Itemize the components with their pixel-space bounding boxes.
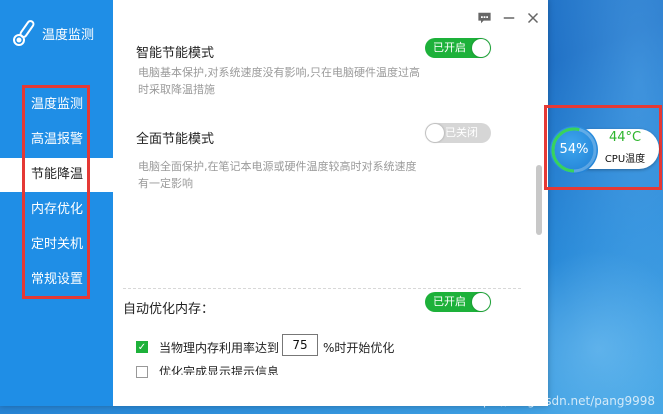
app-title-text: 温度监测	[42, 27, 95, 43]
memory-threshold-checkbox[interactable]: ✓	[136, 341, 148, 353]
desc-line: 时采取降温措施	[138, 83, 215, 96]
close-icon[interactable]	[525, 10, 541, 26]
toggle-knob	[472, 293, 490, 311]
show-tip-checkbox[interactable]	[136, 366, 148, 378]
smart-mode-title: 智能节能模式	[136, 46, 215, 61]
toggle-label: 已开启	[433, 41, 466, 54]
scrollbar-thumb[interactable]	[536, 165, 542, 235]
usage-percent: 54%	[559, 142, 589, 157]
smart-mode-description: 电脑基本保护,对系统速度没有影响,只在电脑硬件温度过高 时采取降温措施	[138, 64, 420, 98]
memory-threshold-input[interactable]: 75	[282, 334, 318, 356]
memory-threshold-prefix: 当物理内存利用率达到	[159, 341, 280, 355]
cpu-temp-widget[interactable]: 44°C CPU温度 54%	[550, 126, 660, 174]
show-tip-label: 优化完成显示提示信息	[159, 365, 280, 375]
sidebar: 温度监测 温度监测 高温报警 节能降温 内存优化 定时关机 常规设置	[0, 0, 113, 406]
desc-line: 电脑基本保护,对系统速度没有影响,只在电脑硬件温度过高	[138, 66, 420, 79]
memory-threshold-suffix: %时开始优化	[323, 341, 395, 355]
full-mode-description: 电脑全面保护,在笔记本电源或硬件温度较高时对系统速度 有一定影响	[138, 158, 417, 192]
app-title: 温度监测	[10, 18, 94, 48]
cpu-temperature: 44°C	[608, 130, 642, 145]
toggle-label: 已开启	[433, 295, 466, 308]
auto-memory-title: 自动优化内存：	[123, 302, 215, 317]
cpu-temperature-label: CPU温度	[604, 154, 646, 165]
toggle-knob	[426, 124, 444, 142]
app-window: 温度监测 温度监测 高温报警 节能降温 内存优化 定时关机 常规设置 智能节能模…	[0, 0, 548, 406]
full-mode-toggle[interactable]: 已关闭	[425, 123, 491, 143]
chat-icon[interactable]	[476, 10, 492, 26]
desc-line: 有一定影响	[138, 177, 193, 190]
smart-mode-toggle[interactable]: 已开启	[425, 38, 491, 58]
highlight-frame	[22, 85, 90, 299]
toggle-knob	[472, 39, 490, 57]
auto-memory-toggle[interactable]: 已开启	[425, 292, 491, 312]
watermark: https://blog.csdn.net/pang9998	[465, 394, 655, 408]
toggle-label: 已关闭	[445, 126, 478, 139]
thermometer-icon	[13, 20, 35, 46]
minimize-icon[interactable]	[501, 10, 517, 26]
content-panel: 智能节能模式 已开启 电脑基本保护,对系统速度没有影响,只在电脑硬件温度过高 时…	[113, 0, 548, 406]
full-mode-title: 全面节能模式	[136, 132, 215, 147]
divider	[123, 288, 521, 289]
desc-line: 电脑全面保护,在笔记本电源或硬件温度较高时对系统速度	[138, 160, 417, 173]
